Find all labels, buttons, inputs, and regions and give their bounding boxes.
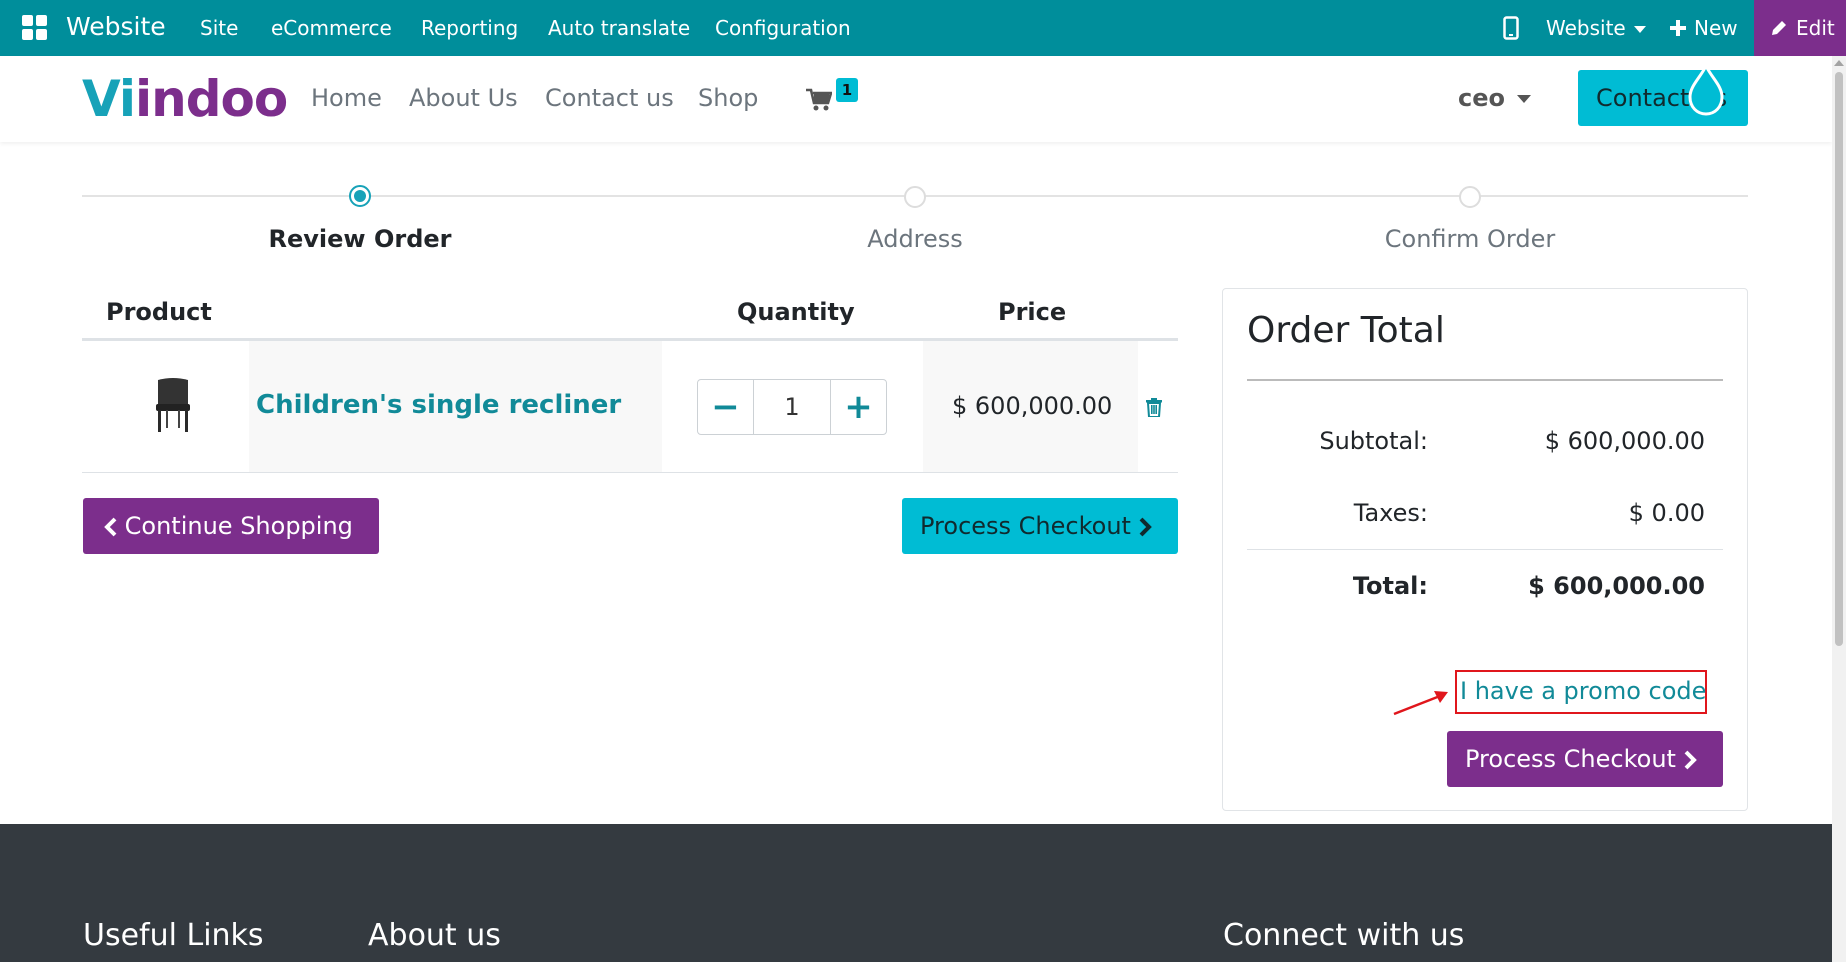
water-drop-icon	[1688, 64, 1724, 116]
line-price: $ 600,000.00	[952, 392, 1113, 420]
pencil-icon	[1772, 21, 1786, 35]
cart-count-badge: 1	[836, 78, 858, 102]
footer-about-us: About us	[368, 918, 501, 953]
apps-grid-icon[interactable]	[22, 15, 48, 41]
continue-shopping-label: Continue Shopping	[124, 512, 353, 540]
subtotal-value: $ 600,000.00	[1544, 427, 1705, 455]
decrease-quantity-button[interactable]: −	[698, 380, 754, 434]
taxes-label: Taxes:	[1353, 499, 1428, 527]
mobile-preview-icon[interactable]	[1503, 16, 1519, 40]
viindoo-logo[interactable]: Viindoo	[82, 70, 288, 128]
process-checkout-button[interactable]: Process Checkout	[902, 498, 1178, 554]
quantity-stepper: − 1 +	[697, 379, 887, 435]
admin-menu-auto-translate[interactable]: Auto translate	[548, 16, 690, 40]
edit-button-label: Edit	[1796, 16, 1835, 40]
step-review-order: Review Order	[268, 225, 452, 253]
edit-button[interactable]: Edit	[1754, 0, 1846, 56]
admin-menu-ecommerce[interactable]: eCommerce	[271, 16, 392, 40]
website-switcher[interactable]: Website	[1546, 16, 1646, 40]
website-switcher-label: Website	[1546, 16, 1626, 40]
admin-menu-site[interactable]: Site	[200, 16, 238, 40]
new-button[interactable]: New	[1670, 16, 1738, 40]
plus-icon	[1670, 20, 1686, 36]
order-total-divider	[1247, 379, 1723, 381]
nav-about-us[interactable]: About Us	[409, 84, 518, 112]
logo-prefix: Vi	[82, 70, 136, 128]
order-total-title: Order Total	[1247, 310, 1445, 351]
scrollbar-thumb[interactable]	[1835, 72, 1843, 646]
total-divider	[1247, 549, 1723, 550]
card-process-checkout-label: Process Checkout	[1465, 745, 1676, 773]
step-dot-address	[904, 186, 926, 208]
footer-connect-with-us: Connect with us	[1223, 918, 1465, 953]
cart-icon[interactable]	[806, 88, 832, 112]
process-checkout-label: Process Checkout	[920, 512, 1131, 540]
continue-shopping-button[interactable]: Continue Shopping	[83, 498, 379, 554]
trash-icon[interactable]	[1146, 398, 1162, 417]
step-confirm-order: Confirm Order	[1384, 225, 1556, 253]
step-dot-review	[349, 185, 371, 207]
admin-app-name[interactable]: Website	[66, 12, 166, 41]
card-process-checkout-button[interactable]: Process Checkout	[1447, 731, 1723, 787]
site-footer	[0, 824, 1832, 962]
annotation-arrow	[1393, 691, 1448, 716]
promo-code-link[interactable]: I have a promo code	[1460, 677, 1706, 705]
site-header: Viindoo Home About Us Contact us Shop 1 …	[0, 56, 1832, 142]
admin-menu-configuration[interactable]: Configuration	[715, 16, 851, 40]
subtotal-label: Subtotal:	[1319, 427, 1428, 455]
user-name: ceo	[1458, 84, 1505, 112]
table-row-divider	[82, 472, 1178, 473]
scroll-up-arrow-icon[interactable]	[1834, 60, 1844, 66]
product-link[interactable]: Children's single recliner	[256, 390, 621, 420]
nav-contact-us[interactable]: Contact us	[545, 84, 674, 112]
admin-navbar: Website Site eCommerce Reporting Auto tr…	[0, 0, 1846, 56]
column-quantity: Quantity	[737, 298, 855, 326]
total-label: Total:	[1352, 572, 1428, 600]
user-menu[interactable]: ceo	[1458, 84, 1531, 112]
chevron-right-icon	[1684, 750, 1697, 770]
admin-menu-reporting[interactable]: Reporting	[421, 16, 518, 40]
column-product: Product	[106, 298, 212, 326]
chair-product-image[interactable]	[150, 376, 196, 434]
caret-down-icon	[1633, 26, 1646, 33]
chevron-left-icon	[104, 517, 117, 537]
caret-down-icon	[1517, 95, 1531, 103]
nav-shop[interactable]: Shop	[698, 84, 758, 112]
nav-home[interactable]: Home	[311, 84, 382, 112]
total-value: $ 600,000.00	[1528, 572, 1705, 600]
chevron-right-icon	[1139, 517, 1152, 537]
new-button-label: New	[1694, 16, 1738, 40]
increase-quantity-button[interactable]: +	[830, 380, 886, 434]
quantity-input[interactable]: 1	[755, 380, 829, 434]
step-address: Address	[867, 225, 963, 253]
step-dot-confirm	[1459, 186, 1481, 208]
logo-rest: indoo	[134, 70, 288, 128]
column-price: Price	[998, 298, 1067, 326]
taxes-value: $ 0.00	[1628, 499, 1705, 527]
footer-useful-links: Useful Links	[83, 918, 264, 953]
